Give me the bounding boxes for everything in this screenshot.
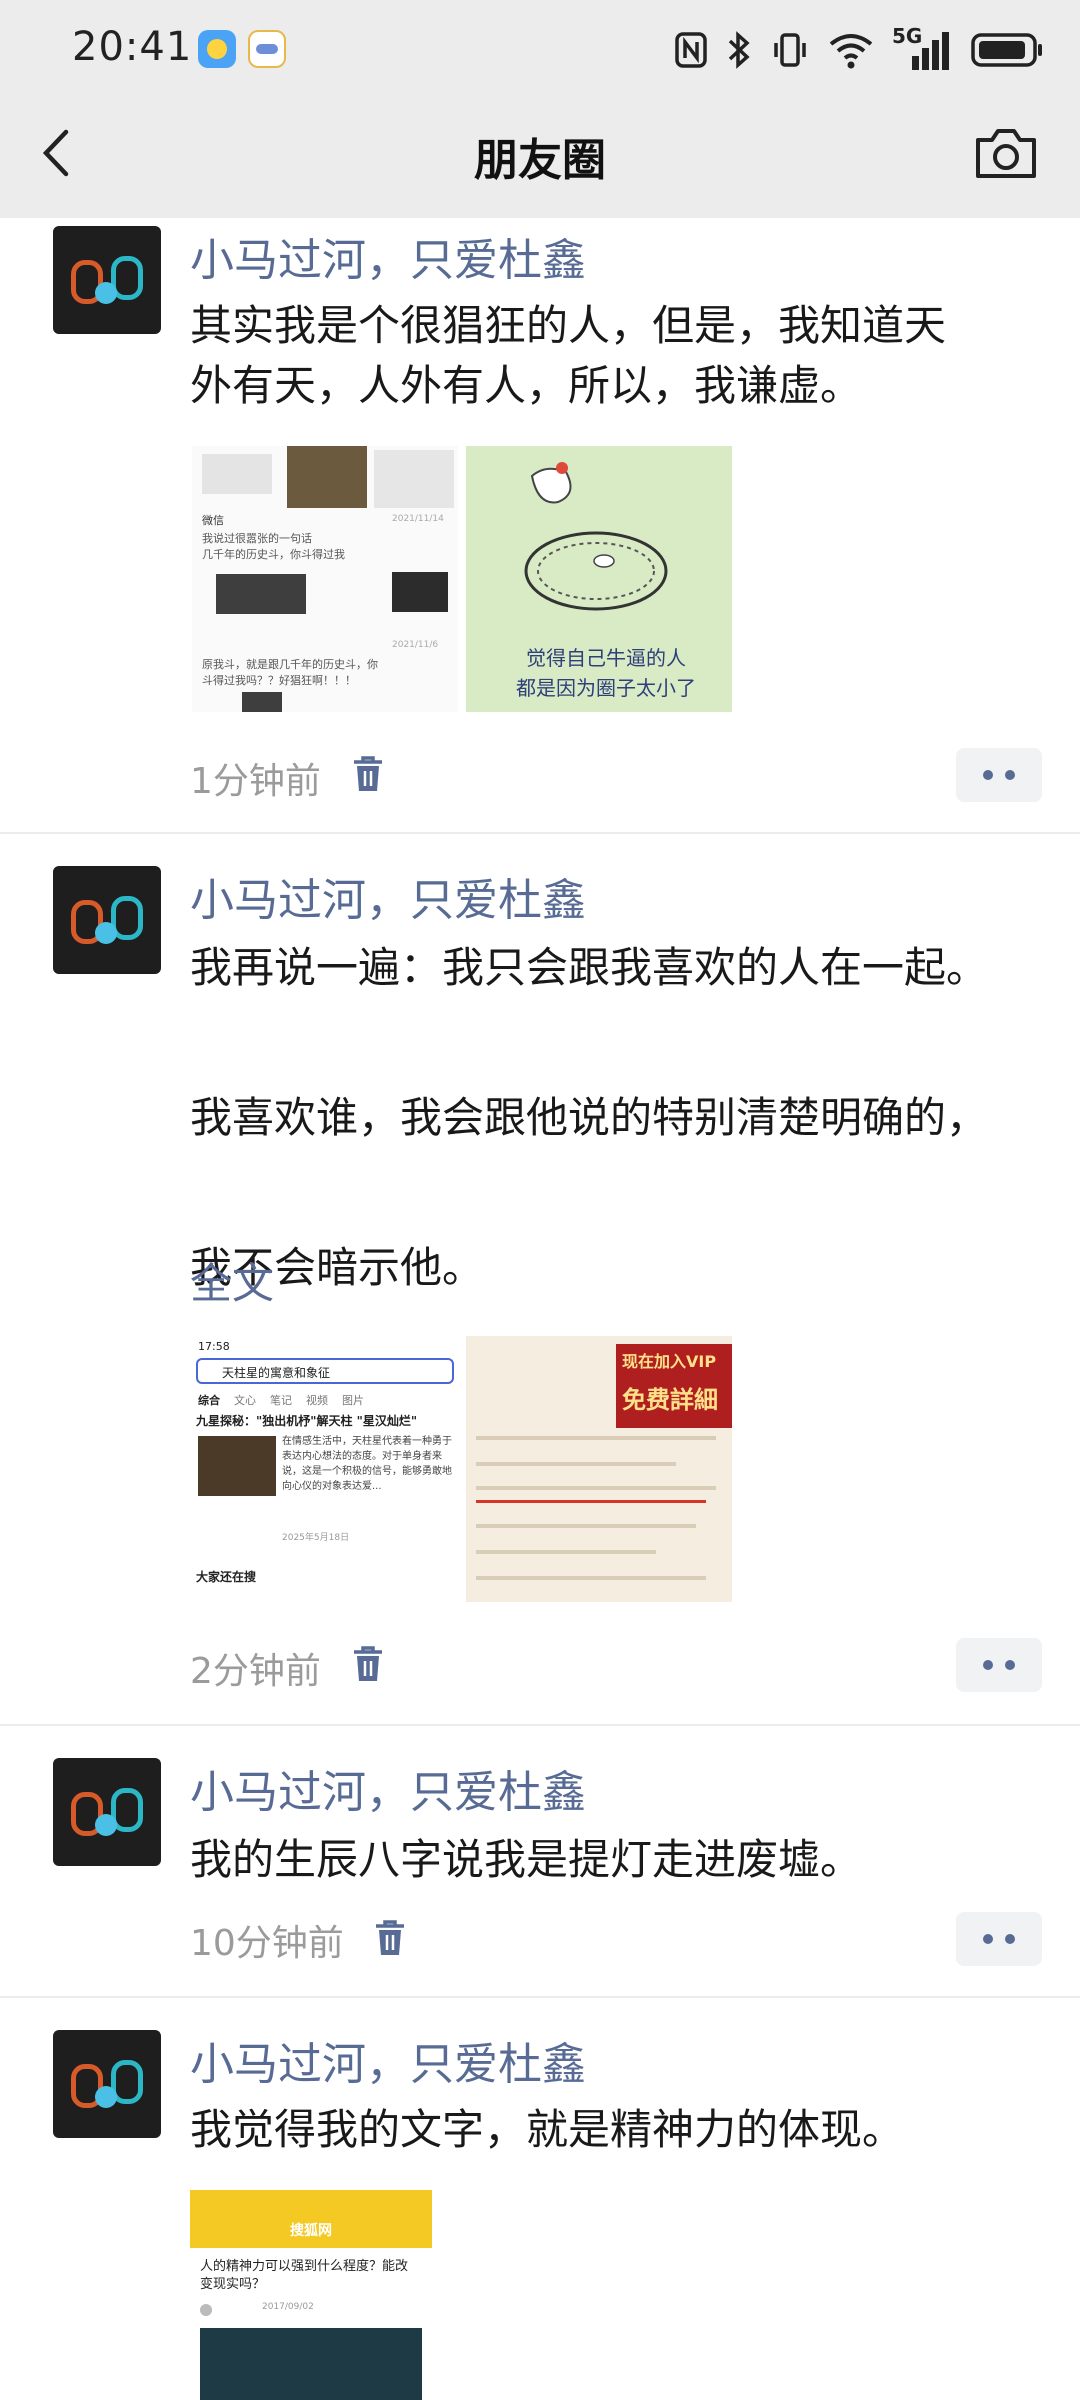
post-text: 其实我是个很猖狂的人，但是，我知道天 外有天，人外有人，所以，我谦虚。 xyxy=(190,296,1060,416)
image-caption: 原我斗，就是跟几千年的历史斗，你 xyxy=(202,658,378,671)
image-caption: 天柱星的寓意和象征 xyxy=(222,1366,331,1380)
image-caption: 免费詳細 xyxy=(622,1386,718,1414)
post-author[interactable]: 小马过河，只爱杜鑫 xyxy=(190,2028,586,2092)
avatar[interactable] xyxy=(53,1758,161,1866)
post-text-line: 外有天，人外有人，所以，我谦虚。 xyxy=(190,361,863,410)
avatar[interactable] xyxy=(53,866,161,974)
more-options-button[interactable] xyxy=(956,748,1042,802)
page-title: 朋友圈 xyxy=(474,135,606,186)
post-text: 我觉得我的文字，就是精神力的体现。 xyxy=(190,2100,1060,2160)
more-options-button[interactable] xyxy=(956,1638,1042,1692)
post-text: 我的生辰八字说我是提灯走进废墟。 xyxy=(190,1830,1060,1890)
post-author[interactable]: 小马过河，只爱杜鑫 xyxy=(190,224,586,288)
delete-trash-icon[interactable] xyxy=(372,1918,408,1958)
bluetooth-icon xyxy=(728,31,750,69)
post-text-line: 我的生辰八字说我是提灯走进废墟。 xyxy=(190,1835,863,1884)
image-caption: 17:58 xyxy=(198,1340,230,1353)
status-time: 20:41 xyxy=(72,24,193,70)
image-caption: 2017/09/02 xyxy=(262,2302,314,2312)
image-caption: 文心 xyxy=(234,1394,256,1407)
image-caption: 笔记 xyxy=(270,1394,292,1407)
image-caption: 2021/11/14 xyxy=(392,514,444,524)
post-divider xyxy=(0,1724,1080,1726)
avatar[interactable] xyxy=(53,226,161,334)
post-author[interactable]: 小马过河，只爱杜鑫 xyxy=(190,864,586,928)
status-icons: 5G xyxy=(674,22,1044,78)
top-bar: 20:41 5G 朋友圈 xyxy=(0,0,1080,218)
image-caption: 我说过很嚣张的一句话 xyxy=(202,532,312,545)
post-image[interactable]: 17:58 天柱星的寓意和象征 综合 文心 笔记 视频 图片 九星探秘："独出机… xyxy=(192,1336,458,1602)
full-text-link[interactable]: 全文 xyxy=(190,1250,274,1311)
avatar[interactable] xyxy=(53,2030,161,2138)
camera-button[interactable] xyxy=(974,124,1038,182)
camera-icon xyxy=(976,129,1036,178)
battery-icon xyxy=(971,33,1042,67)
post-text-line: 我觉得我的文字，就是精神力的体现。 xyxy=(190,2105,905,2154)
post-time: 1分钟前 xyxy=(190,761,321,802)
image-caption: 人的精神力可以强到什么程度？能改变现实吗？ xyxy=(200,2259,409,2292)
image-caption: 觉得自己牛逼的人 xyxy=(526,646,686,670)
post-text-line xyxy=(190,1155,1060,1230)
image-caption: 九星探秘："独出机杼"解天柱 "星汉灿烂" xyxy=(196,1414,418,1428)
post-author[interactable]: 小马过河，只爱杜鑫 xyxy=(190,1756,586,1820)
vibrate-icon xyxy=(774,33,806,67)
image-caption: 2025年5月18日 xyxy=(282,1533,350,1543)
post-time: 2分钟前 xyxy=(190,1651,321,1692)
delete-trash-icon[interactable] xyxy=(350,1644,386,1684)
more-options-button[interactable] xyxy=(956,1912,1042,1966)
image-caption: 在情感生活中，天柱星代表着一种勇于表达内心想法的态度。对于单身者来说，这是一个积… xyxy=(282,1436,452,1492)
image-caption: 都是因为圈子太小了 xyxy=(516,676,696,700)
post-image[interactable]: 搜狐网 人的精神力可以强到什么程度？能改变现实吗？ 2017/09/02 xyxy=(190,2190,432,2400)
delete-trash-icon[interactable] xyxy=(350,754,386,794)
weather-app-icon xyxy=(198,30,236,68)
wifi-icon xyxy=(829,34,873,69)
cellular-signal-icon: 5G xyxy=(892,24,952,72)
image-caption: 2021/11/6 xyxy=(392,640,439,650)
post-text-line: 我再说一遍：我只会跟我喜欢的人在一起。 xyxy=(190,943,989,992)
nfc-icon xyxy=(675,32,707,68)
image-caption: 现在加入VIP xyxy=(622,1352,717,1371)
image-caption: 图片 xyxy=(342,1394,364,1407)
post-image[interactable]: 微信 2021/11/14 我说过很嚣张的一句话 几千年的历史斗，你斗得过我 2… xyxy=(192,446,458,712)
image-caption: 大家还在搜 xyxy=(196,1570,257,1584)
post-text-line xyxy=(190,1005,1060,1080)
post-divider xyxy=(0,1996,1080,1998)
image-caption: 斗得过我吗？？好猖狂啊！！！ xyxy=(202,674,356,687)
post-image[interactable]: 现在加入VIP 免费詳細 xyxy=(466,1336,732,1602)
notification-app-icon xyxy=(248,30,286,68)
post-text-line: 我不会暗示他。 xyxy=(190,1243,485,1292)
post-divider xyxy=(0,832,1080,834)
post-text-line: 我喜欢谁，我会跟他说的特别清楚明确的， xyxy=(190,1093,989,1142)
image-caption: 几千年的历史斗，你斗得过我 xyxy=(202,548,345,561)
image-caption: 视频 xyxy=(306,1394,328,1407)
post-image[interactable]: 觉得自己牛逼的人 都是因为圈子太小了 xyxy=(466,446,732,712)
post-time: 10分钟前 xyxy=(190,1923,344,1964)
post-text: 我再说一遍：我只会跟我喜欢的人在一起。 我喜欢谁，我会跟他说的特别清楚明确的， … xyxy=(190,930,1060,1305)
post-text-line: 其实我是个很猖狂的人，但是，我知道天 xyxy=(190,301,947,350)
image-caption: 综合 xyxy=(198,1394,220,1407)
image-caption: 搜狐网 xyxy=(290,2223,332,2239)
